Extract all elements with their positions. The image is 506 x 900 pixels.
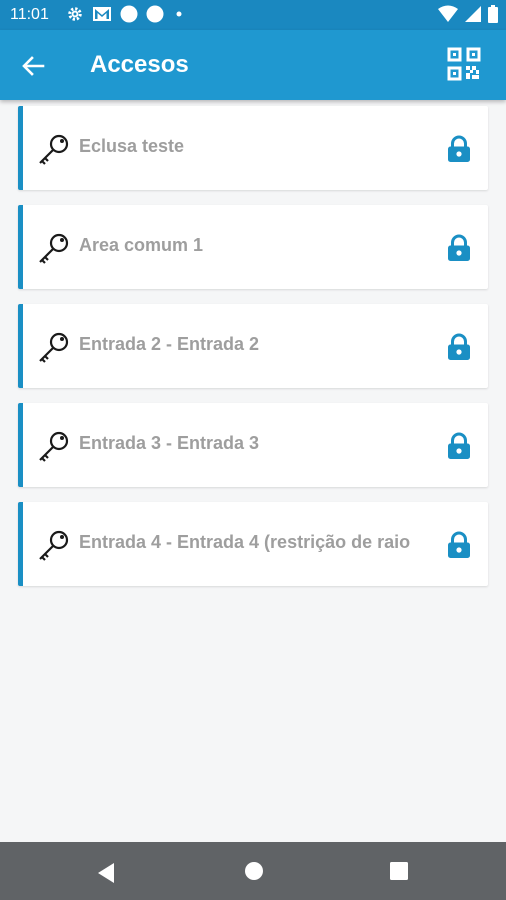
access-item-label: Entrada 4 - Entrada 4 (restrição de raio xyxy=(79,532,411,552)
dot-icon xyxy=(176,11,182,17)
status-time: 11:01 xyxy=(10,6,49,23)
lock-icon xyxy=(448,333,470,360)
access-item-eclusa-teste[interactable]: Eclusa teste xyxy=(18,106,488,190)
key-icon xyxy=(39,530,69,561)
home-circle-icon xyxy=(245,862,263,880)
arrow-left-icon xyxy=(22,56,45,76)
wifi-icon xyxy=(438,5,458,22)
lock-icon xyxy=(448,135,470,162)
back-button[interactable] xyxy=(18,51,48,81)
key-icon xyxy=(39,431,69,462)
access-item-area-comum-1[interactable]: Area comum 1 xyxy=(18,205,488,289)
access-item-label: Area comum 1 xyxy=(79,235,204,255)
access-item-entrada-3[interactable]: Entrada 3 - Entrada 3 xyxy=(18,403,488,487)
access-item-label: Entrada 3 - Entrada 3 xyxy=(79,433,260,453)
gmail-icon xyxy=(93,7,111,21)
key-icon xyxy=(39,332,69,363)
recents-square-icon xyxy=(390,862,408,880)
circle-icon xyxy=(146,5,164,23)
system-nav-bar xyxy=(0,842,506,900)
nav-back-button[interactable] xyxy=(96,862,116,889)
notification-icons xyxy=(66,5,186,23)
key-icon xyxy=(39,134,69,165)
lock-icon xyxy=(448,432,470,459)
settings-icon xyxy=(68,7,82,21)
nav-recents-button[interactable] xyxy=(390,862,408,885)
back-triangle-icon xyxy=(98,863,114,883)
app-bar: Accesos xyxy=(0,30,506,100)
status-bar: 11:01 xyxy=(0,0,506,30)
key-icon xyxy=(39,233,69,264)
qr-scan-button[interactable] xyxy=(446,46,482,82)
system-icons xyxy=(438,5,498,23)
access-item-label: Eclusa teste xyxy=(79,136,185,156)
qr-code-icon xyxy=(447,47,481,81)
signal-icon xyxy=(465,6,481,22)
access-item-entrada-4[interactable]: Entrada 4 - Entrada 4 (restrição de raio xyxy=(18,502,488,586)
access-list: Eclusa teste Area comum 1 Entrada 2 - En… xyxy=(18,106,488,601)
access-item-label: Entrada 2 - Entrada 2 xyxy=(79,334,260,354)
lock-icon xyxy=(448,531,470,558)
battery-icon xyxy=(488,5,498,23)
page-title: Accesos xyxy=(90,51,189,78)
circle-icon xyxy=(120,5,138,23)
lock-icon xyxy=(448,234,470,261)
access-item-entrada-2[interactable]: Entrada 2 - Entrada 2 xyxy=(18,304,488,388)
nav-home-button[interactable] xyxy=(244,861,264,886)
